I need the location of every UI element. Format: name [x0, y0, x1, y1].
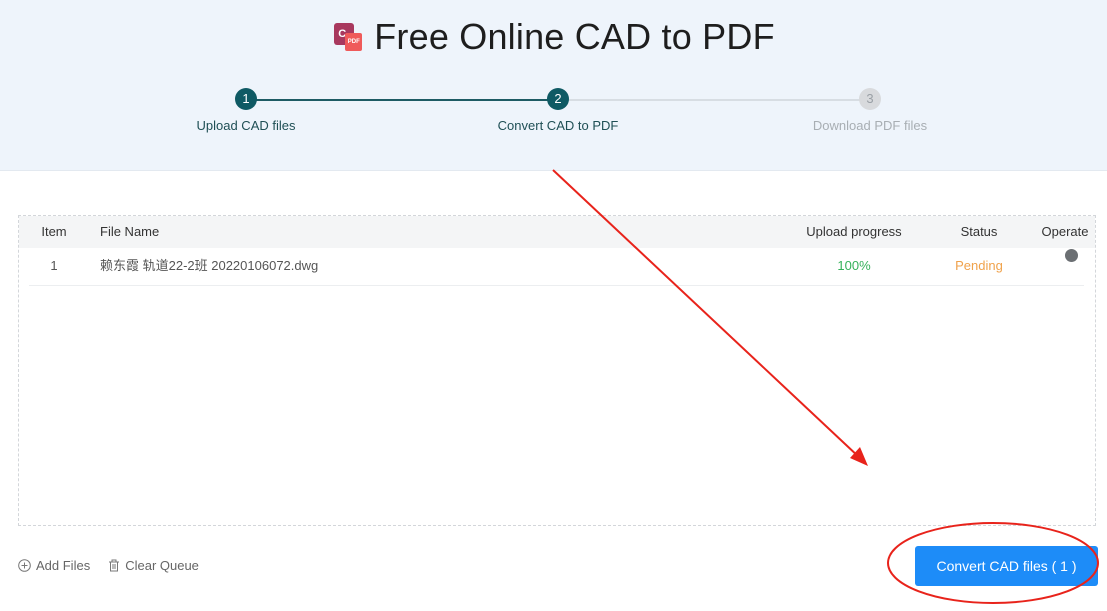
- row-status-badge: Pending: [955, 258, 1003, 273]
- trash-icon: [109, 559, 120, 571]
- column-header-item: Item: [41, 224, 67, 239]
- step-label: Download PDF files: [812, 118, 928, 133]
- clear-queue-label: Clear Queue: [125, 557, 199, 573]
- title-row: C PDF Free Online CAD to PDF: [0, 12, 1107, 62]
- column-header-status: Status: [960, 224, 998, 239]
- row-upload-progress: 100%: [837, 258, 871, 273]
- column-header-file-name: File Name: [100, 224, 160, 239]
- logo-pdf-tile: PDF: [345, 33, 363, 51]
- page-title: Free Online CAD to PDF: [374, 16, 775, 57]
- plus-circle-icon: [18, 558, 31, 572]
- convert-cad-files-button[interactable]: Convert CAD files ( 1 ): [915, 546, 1098, 586]
- add-files-label: Add Files: [36, 557, 91, 573]
- row-item-number: 1: [50, 258, 58, 273]
- file-queue-table: Item File Name Upload progress Status Op…: [18, 215, 1096, 526]
- table-row: 1 赖东霞 轨道22-2班 20220106072.dwg 100% Pendi…: [29, 249, 1084, 286]
- step-label: Upload CAD files: [196, 118, 296, 133]
- row-file-name: 赖东霞 轨道22-2班 20220106072.dwg: [100, 258, 319, 273]
- column-header-operate: Operate: [1041, 224, 1089, 239]
- table-header: Item File Name Upload progress Status Op…: [19, 216, 1095, 248]
- remove-circle-icon[interactable]: ✕: [1065, 249, 1078, 271]
- add-files-button[interactable]: Add Files: [18, 556, 90, 574]
- step-number: 1: [235, 88, 257, 110]
- progress-stepper: 1 Upload CAD files 2 Convert CAD to PDF …: [0, 88, 1107, 148]
- step-number: 3: [859, 88, 881, 110]
- step-number: 2: [547, 88, 569, 110]
- step-label: Convert CAD to PDF: [497, 118, 619, 133]
- column-header-upload-progress: Upload progress: [806, 224, 902, 239]
- step-upload: 1 Upload CAD files: [146, 88, 346, 133]
- step-download: 3 Download PDF files: [770, 88, 970, 133]
- cad-to-pdf-logo-icon: C PDF: [332, 21, 364, 53]
- page-header: C PDF Free Online CAD to PDF 1 Upload CA…: [0, 0, 1107, 171]
- clear-queue-button[interactable]: Clear Queue: [108, 556, 199, 574]
- queue-actions: Add Files Clear Queue: [18, 556, 199, 574]
- step-convert: 2 Convert CAD to PDF: [458, 88, 658, 133]
